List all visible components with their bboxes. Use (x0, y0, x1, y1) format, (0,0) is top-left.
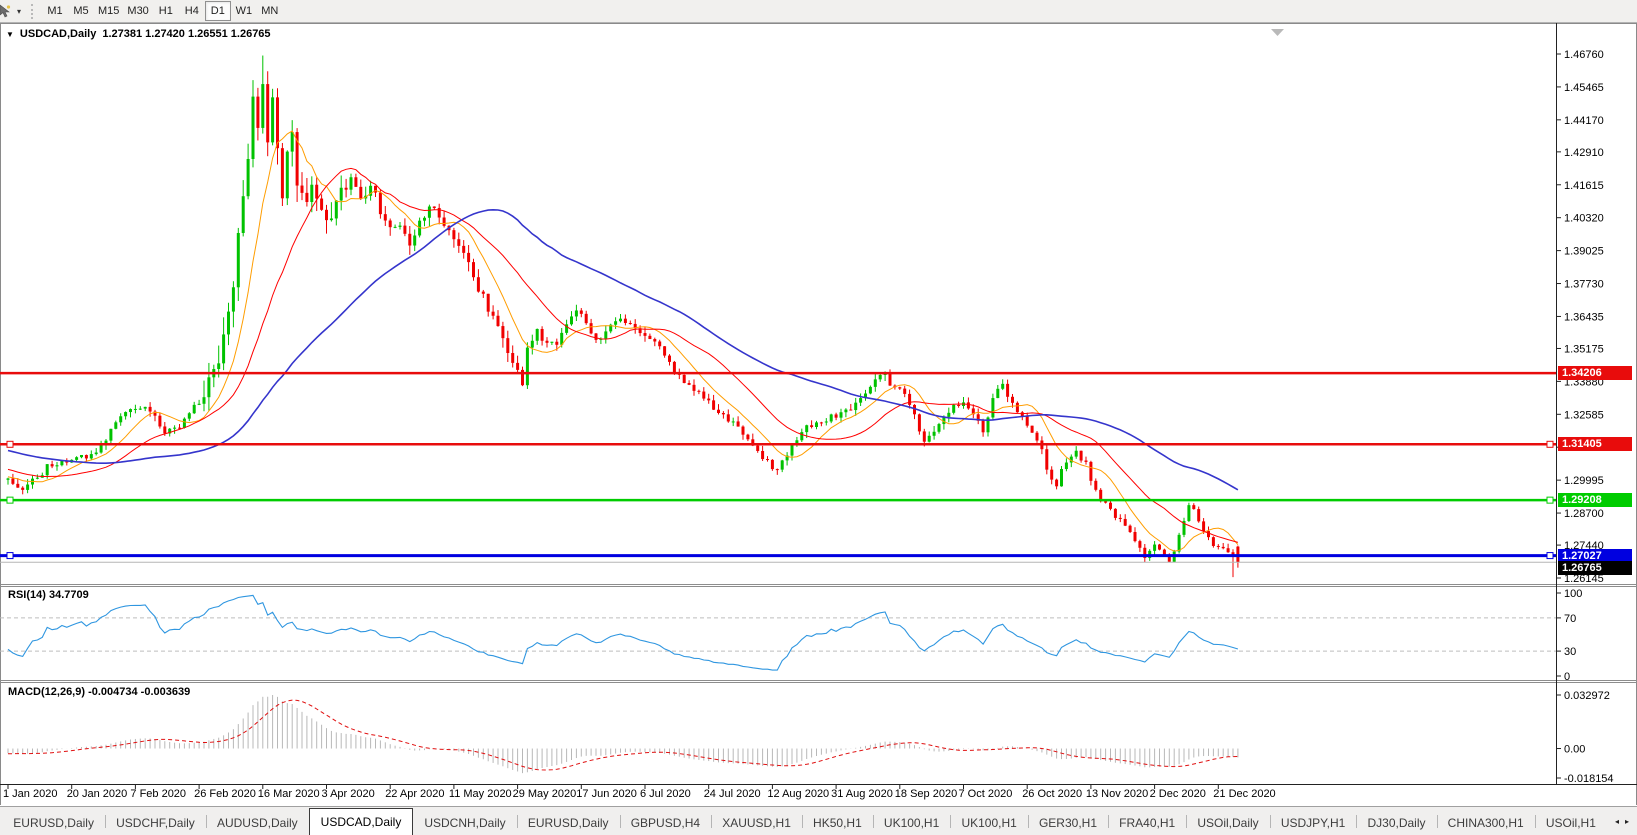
chart-symbol-period: USDCAD,Daily (20, 28, 96, 40)
tab-xauusd-h1[interactable]: XAUUSD,H1 (711, 810, 802, 835)
tab-ger30-h1[interactable]: GER30,H1 (1028, 810, 1108, 835)
price-badge-1.31405: 1.31405 (1558, 437, 1632, 451)
rsi-indicator-label: RSI(14) 34.7709 (8, 589, 89, 601)
toolbar-grip[interactable] (31, 4, 35, 19)
tab-eurusd-daily[interactable]: EURUSD,Daily (517, 810, 620, 835)
tab-hk50-h1[interactable]: HK50,H1 (802, 810, 873, 835)
tab-usdcad-daily[interactable]: USDCAD,Daily (309, 808, 414, 835)
rsi-panel: 10070300 (0, 588, 1582, 683)
tab-usoil-h1[interactable]: USOil,H1 (1535, 810, 1607, 835)
chart-menu-icon[interactable]: ▼ (6, 30, 14, 39)
timeframe-w1[interactable]: W1 (231, 2, 257, 21)
timeframe-toolbar: M1M5M15M30H1H4D1W1MN (42, 1, 283, 21)
macd-panel: 0.0329720.00-0.018154 (8, 690, 1614, 785)
tab-eurusd-daily[interactable]: EURUSD,Daily (2, 810, 105, 835)
tab-china300-h1[interactable]: CHINA300,H1 (1437, 810, 1535, 835)
price-axis[interactable] (1557, 24, 1637, 784)
macd-histogram (8, 695, 1238, 773)
macd-signal-line (8, 700, 1238, 770)
price-badge-1.29208: 1.29208 (1558, 493, 1632, 507)
tab-usoil-daily[interactable]: USOil,Daily (1186, 810, 1269, 835)
pointer-arrow-icon (0, 4, 11, 18)
timeframe-m15[interactable]: M15 (94, 2, 123, 21)
chart-plot-area[interactable] (0, 24, 1556, 584)
tab-fra40-h1[interactable]: FRA40,H1 (1108, 810, 1186, 835)
trading-platform: { "toolbar": { "timeframes": ["M1","M5",… (0, 0, 1637, 835)
main-toolbar: ▾ M1M5M15M30H1H4D1W1MN (0, 0, 1637, 23)
tab-usdchf-daily[interactable]: USDCHF,Daily (105, 810, 206, 835)
tab-uk100-h1[interactable]: UK100,H1 (950, 810, 1027, 835)
timeframe-m5[interactable]: M5 (68, 2, 94, 21)
tab-scroll-left-icon[interactable]: ◂ (1615, 817, 1619, 826)
tab-uk100-h1[interactable]: UK100,H1 (873, 810, 950, 835)
toolbar-dropdown-caret-icon[interactable]: ▾ (12, 2, 26, 21)
date-axis[interactable] (0, 785, 1556, 803)
price-badge-1.34206: 1.34206 (1558, 366, 1632, 380)
rsi-line (8, 595, 1238, 670)
timeframe-mn[interactable]: MN (257, 2, 283, 21)
cursor-tool-button[interactable] (0, 2, 12, 21)
timeframe-h1[interactable]: H1 (153, 2, 179, 21)
macd-indicator-label: MACD(12,26,9) -0.004734 -0.003639 (8, 686, 190, 698)
tab-usdcnh-daily[interactable]: USDCNH,Daily (413, 810, 516, 835)
timeframe-d1[interactable]: D1 (205, 1, 231, 21)
chart-tab-bar: EURUSD,DailyUSDCHF,DailyAUDUSD,DailyUSDC… (0, 806, 1637, 835)
tab-scroll-right-icon[interactable]: ▸ (1625, 817, 1629, 826)
timeframe-m1[interactable]: M1 (42, 2, 68, 21)
chart-title: ▼ USDCAD,Daily 1.27381 1.27420 1.26551 1… (6, 28, 271, 40)
timeframe-h4[interactable]: H4 (179, 2, 205, 21)
chart-ohlc-values: 1.27381 1.27420 1.26551 1.26765 (102, 28, 270, 40)
tab-scroll-arrows: ◂▸ (1607, 807, 1637, 835)
tab-audusd-daily[interactable]: AUDUSD,Daily (206, 810, 309, 835)
timeframe-m30[interactable]: M30 (123, 2, 152, 21)
tab-usdjpy-h1[interactable]: USDJPY,H1 (1270, 810, 1356, 835)
tab-gbpusd-h4[interactable]: GBPUSD,H4 (620, 810, 711, 835)
bid-price-badge: 1.26765 (1558, 561, 1632, 575)
tab-dj30-daily[interactable]: DJ30,Daily (1356, 810, 1436, 835)
